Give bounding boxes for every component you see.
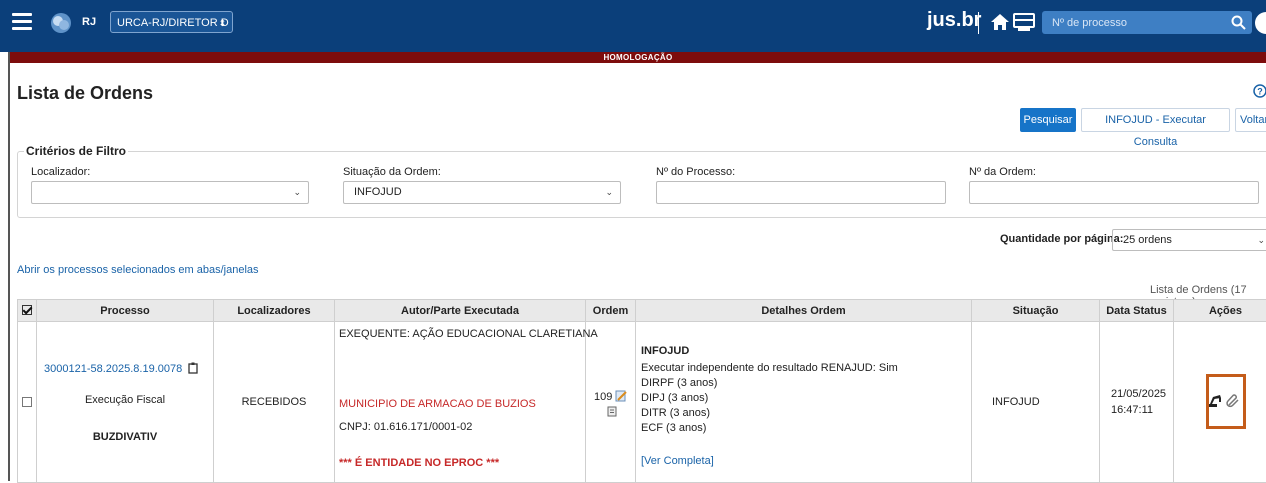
details-line: DIPJ (3 anos)	[641, 392, 708, 404]
table-header-row: Processo Localizadores Autor/Parte Execu…	[18, 300, 1266, 322]
process-search-input[interactable]	[1052, 11, 1222, 34]
cnpj-text: CNPJ: 01.616.171/0001-02	[339, 421, 472, 433]
select-all-cell[interactable]	[18, 300, 37, 322]
view-full-link[interactable]: [Ver Completa]	[641, 455, 714, 467]
details-line: DITR (3 anos)	[641, 407, 710, 419]
process-class: Execução Fiscal	[37, 394, 213, 406]
process-acronym: BUZDIVATIV	[37, 431, 213, 443]
infojud-execute-button[interactable]: INFOJUD - Executar Consulta	[1081, 108, 1230, 132]
status-time: 16:47:11	[1111, 402, 1173, 418]
ordem-label: Nº da Ordem:	[969, 166, 1036, 178]
header-ordem[interactable]: Ordem	[586, 300, 636, 322]
search-icon[interactable]	[1231, 15, 1246, 30]
court-logo-icon	[50, 12, 72, 34]
header-processo[interactable]: Processo	[37, 300, 214, 322]
header-data-status[interactable]: Data Status	[1100, 300, 1174, 322]
localizador-label: Localizador:	[31, 166, 90, 178]
executado-name: MUNICIPIO DE ARMACAO DE BUZIOS	[339, 398, 536, 410]
eproc-entity-warning: *** É ENTIDADE NO EPROC ***	[339, 457, 499, 469]
orders-table: Processo Localizadores Autor/Parte Execu…	[17, 299, 1266, 483]
edit-note-icon[interactable]	[615, 390, 627, 402]
processo-cell: 3000121-58.2025.8.19.0078 Execução Fisca…	[37, 322, 214, 483]
localizador-cell: RECEBIDOS	[214, 322, 335, 483]
table-row: 3000121-58.2025.8.19.0078 Execução Fisca…	[18, 322, 1266, 483]
detalhes-cell: INFOJUD Executar independente do resulta…	[636, 322, 972, 483]
situacao-cell: INFOJUD	[972, 322, 1100, 483]
unit-select-value: URCA-RJ/DIRETOR D	[117, 17, 229, 29]
header-detalhes[interactable]: Detalhes Ordem	[636, 300, 972, 322]
search-button[interactable]: Pesquisar	[1020, 108, 1076, 132]
help-icon[interactable]: ?	[1253, 84, 1266, 98]
header-autor[interactable]: Autor/Parte Executada	[335, 300, 586, 322]
process-number-link[interactable]: 3000121-58.2025.8.19.0078	[44, 363, 182, 375]
row-checkbox[interactable]	[22, 397, 32, 407]
updown-caret-icon: ⬍	[218, 12, 226, 34]
brand-logo[interactable]: jus.br	[927, 9, 981, 32]
ordem-input[interactable]	[969, 181, 1259, 204]
chevron-down-icon: ⌄	[293, 182, 301, 203]
header-acoes: Ações	[1174, 300, 1266, 322]
divider	[978, 12, 979, 34]
situacao-label: Situação da Ordem:	[343, 166, 441, 178]
situacao-select-value: INFOJUD	[354, 186, 402, 198]
page-size-label: Quantidade por página:	[1000, 233, 1123, 245]
page-title: Lista de Ordens	[17, 83, 153, 104]
select-all-checkbox[interactable]	[22, 305, 32, 315]
status-date: 21/05/2025	[1111, 386, 1173, 402]
processo-label: Nº do Processo:	[656, 166, 735, 178]
details-line: DIRPF (3 anos)	[641, 377, 717, 389]
user-avatar-icon[interactable]	[1255, 12, 1266, 34]
details-line: ECF (3 anos)	[641, 422, 706, 434]
left-border	[8, 52, 10, 481]
details-title: INFOJUD	[641, 345, 689, 357]
header-situacao[interactable]: Situação	[972, 300, 1100, 322]
copy-icon[interactable]	[188, 362, 199, 374]
svg-text:?: ?	[1257, 87, 1263, 97]
autor-cell: EXEQUENTE: AÇÃO EDUCACIONAL CLARETIANA M…	[335, 322, 586, 483]
process-search	[1042, 11, 1252, 34]
situacao-select[interactable]: INFOJUD ⌄	[343, 181, 621, 204]
chevron-down-icon: ⌄	[605, 182, 613, 203]
unit-select[interactable]: URCA-RJ/DIRETOR D ⬍	[110, 11, 233, 33]
order-number: 109	[594, 391, 612, 403]
processo-input[interactable]	[656, 181, 946, 204]
home-icon[interactable]	[990, 12, 1010, 32]
page-size-select[interactable]: 25 ordens ⌄	[1112, 229, 1266, 251]
hamburger-menu-icon[interactable]	[12, 13, 32, 31]
page-size-value: 25 ordens	[1123, 234, 1172, 246]
details-line: Executar independente do resultado RENAJ…	[641, 362, 898, 374]
back-button[interactable]: Voltar	[1235, 108, 1266, 132]
environment-banner: HOMOLOGAÇÃO	[10, 52, 1266, 63]
header-localizadores[interactable]: Localizadores	[214, 300, 335, 322]
localizador-select[interactable]: ⌄	[31, 181, 309, 204]
data-status-cell: 21/05/2025 16:47:11	[1100, 322, 1174, 483]
panel-icon[interactable]	[1013, 12, 1035, 32]
top-bar: RJ URCA-RJ/DIRETOR D ⬍ jus.br	[0, 0, 1266, 52]
row-select-cell[interactable]	[18, 322, 37, 483]
ordem-cell: 109	[586, 322, 636, 483]
highlight-box	[1206, 374, 1246, 429]
document-icon[interactable]	[607, 406, 617, 417]
state-label: RJ	[82, 16, 96, 28]
filter-legend: Critérios de Filtro	[24, 144, 128, 158]
chevron-down-icon: ⌄	[1257, 230, 1265, 250]
open-selected-link[interactable]: Abrir os processos selecionados em abas/…	[17, 264, 259, 276]
exequente-text: EXEQUENTE: AÇÃO EDUCACIONAL CLARETIANA	[339, 328, 598, 340]
